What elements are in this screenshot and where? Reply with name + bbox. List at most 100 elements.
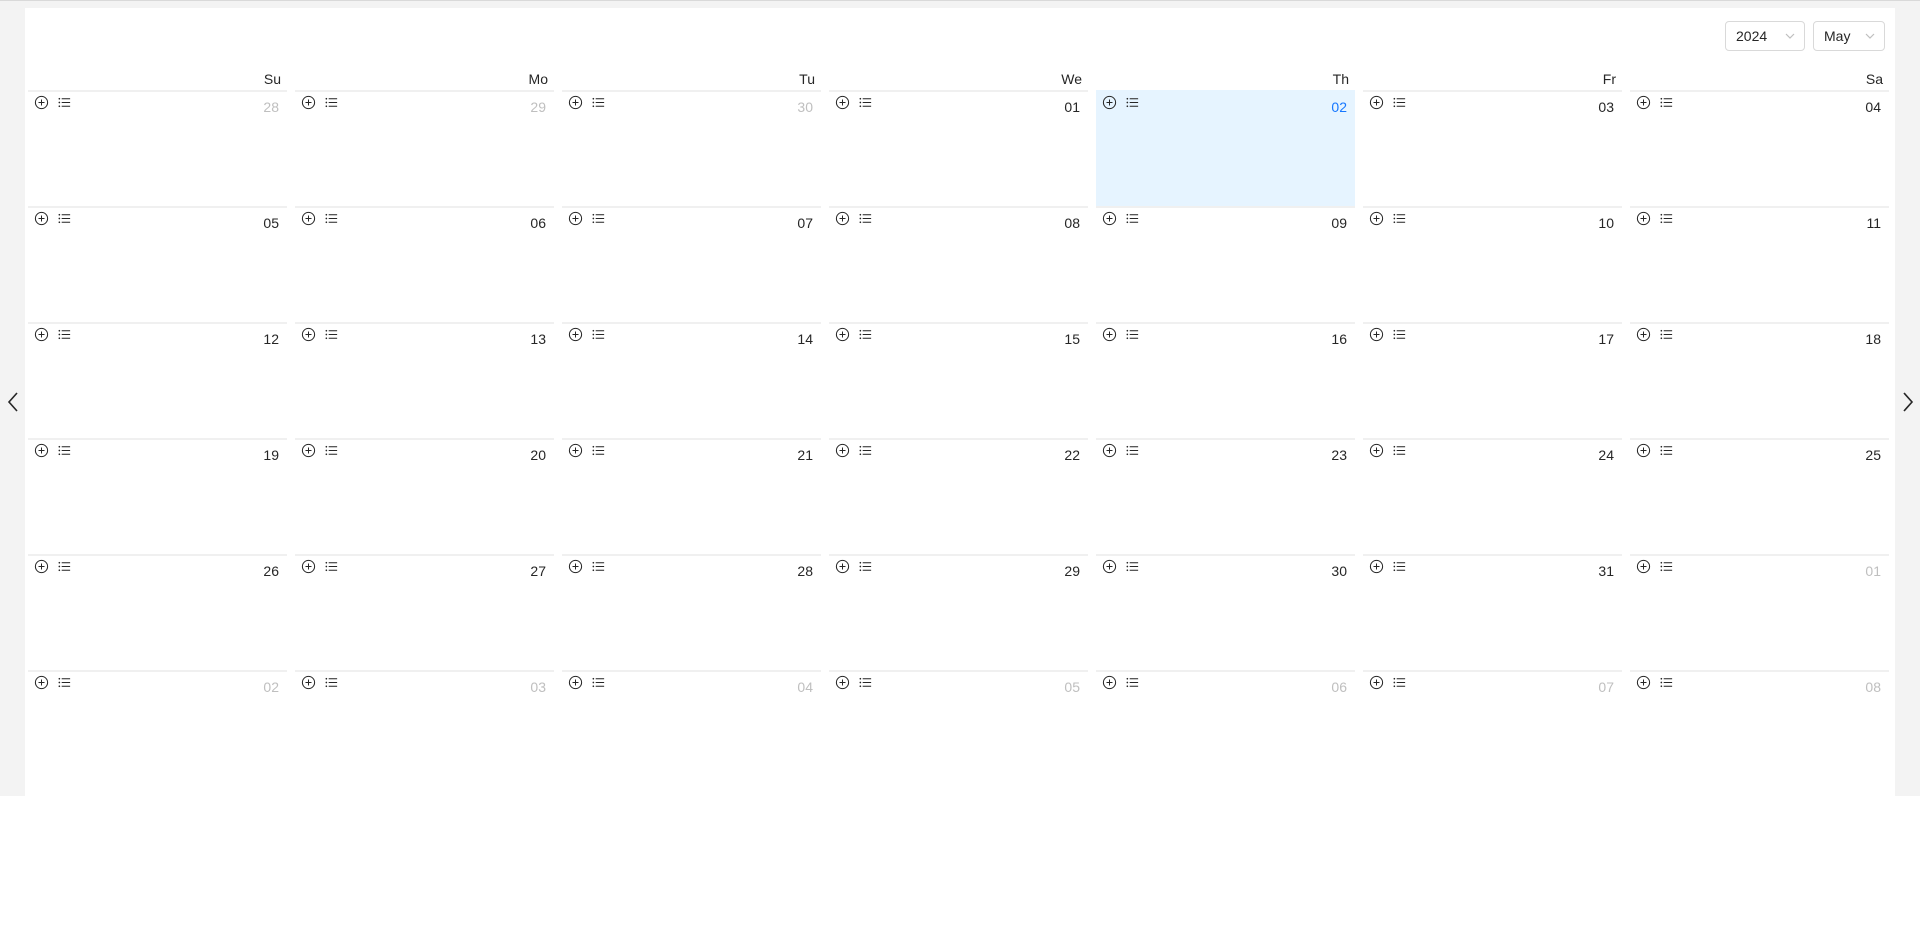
prev-month-button[interactable] [0,387,25,417]
list-icon[interactable] [1392,443,1407,458]
list-icon[interactable] [324,675,339,690]
day-cell[interactable]: 26 [28,554,287,670]
day-cell[interactable]: 12 [28,322,287,438]
day-cell[interactable]: 03 [1363,90,1622,206]
add-event-icon[interactable] [835,327,850,342]
add-event-icon[interactable] [34,211,49,226]
add-event-icon[interactable] [301,95,316,110]
list-icon[interactable] [591,327,606,342]
list-icon[interactable] [324,559,339,574]
day-cell[interactable]: 06 [295,206,554,322]
list-icon[interactable] [324,95,339,110]
add-event-icon[interactable] [1102,211,1117,226]
day-cell[interactable]: 30 [562,90,821,206]
day-cell[interactable]: 07 [562,206,821,322]
add-event-icon[interactable] [835,559,850,574]
add-event-icon[interactable] [1369,95,1384,110]
list-icon[interactable] [858,559,873,574]
day-cell[interactable]: 29 [295,90,554,206]
list-icon[interactable] [1392,211,1407,226]
add-event-icon[interactable] [34,443,49,458]
day-cell[interactable]: 08 [1630,670,1889,786]
add-event-icon[interactable] [301,327,316,342]
add-event-icon[interactable] [301,211,316,226]
list-icon[interactable] [858,211,873,226]
day-cell[interactable]: 03 [295,670,554,786]
day-cell[interactable]: 24 [1363,438,1622,554]
month-select[interactable]: May [1813,21,1885,51]
list-icon[interactable] [1392,675,1407,690]
add-event-icon[interactable] [1102,95,1117,110]
add-event-icon[interactable] [1636,443,1651,458]
add-event-icon[interactable] [835,675,850,690]
list-icon[interactable] [858,675,873,690]
list-icon[interactable] [57,559,72,574]
day-cell[interactable]: 31 [1363,554,1622,670]
add-event-icon[interactable] [1369,559,1384,574]
day-cell[interactable]: 10 [1363,206,1622,322]
add-event-icon[interactable] [301,559,316,574]
list-icon[interactable] [858,327,873,342]
list-icon[interactable] [591,675,606,690]
list-icon[interactable] [1392,327,1407,342]
list-icon[interactable] [57,443,72,458]
day-cell[interactable]: 20 [295,438,554,554]
day-cell[interactable]: 02 [28,670,287,786]
add-event-icon[interactable] [1369,443,1384,458]
day-cell[interactable]: 01 [829,90,1088,206]
add-event-icon[interactable] [1102,675,1117,690]
add-event-icon[interactable] [34,559,49,574]
list-icon[interactable] [1659,443,1674,458]
day-cell[interactable]: 17 [1363,322,1622,438]
list-icon[interactable] [1125,327,1140,342]
list-icon[interactable] [1392,95,1407,110]
day-cell[interactable]: 01 [1630,554,1889,670]
day-cell[interactable]: 23 [1096,438,1355,554]
day-cell[interactable]: 08 [829,206,1088,322]
day-cell[interactable]: 05 [829,670,1088,786]
add-event-icon[interactable] [301,675,316,690]
list-icon[interactable] [591,95,606,110]
day-cell[interactable]: 16 [1096,322,1355,438]
list-icon[interactable] [1659,675,1674,690]
day-cell[interactable]: 27 [295,554,554,670]
list-icon[interactable] [591,559,606,574]
add-event-icon[interactable] [835,211,850,226]
add-event-icon[interactable] [1369,327,1384,342]
day-cell[interactable]: 18 [1630,322,1889,438]
day-cell[interactable]: 28 [28,90,287,206]
day-cell[interactable]: 28 [562,554,821,670]
day-cell[interactable]: 30 [1096,554,1355,670]
day-cell[interactable]: 04 [562,670,821,786]
list-icon[interactable] [1659,95,1674,110]
list-icon[interactable] [1125,211,1140,226]
list-icon[interactable] [1125,675,1140,690]
list-icon[interactable] [591,211,606,226]
add-event-icon[interactable] [835,443,850,458]
add-event-icon[interactable] [1636,211,1651,226]
add-event-icon[interactable] [1636,559,1651,574]
add-event-icon[interactable] [1636,327,1651,342]
add-event-icon[interactable] [34,95,49,110]
list-icon[interactable] [1125,559,1140,574]
list-icon[interactable] [858,443,873,458]
list-icon[interactable] [324,327,339,342]
add-event-icon[interactable] [1636,675,1651,690]
add-event-icon[interactable] [568,443,583,458]
list-icon[interactable] [57,327,72,342]
next-month-button[interactable] [1895,387,1920,417]
list-icon[interactable] [1125,443,1140,458]
list-icon[interactable] [1392,559,1407,574]
day-cell[interactable]: 04 [1630,90,1889,206]
add-event-icon[interactable] [1369,211,1384,226]
add-event-icon[interactable] [34,675,49,690]
list-icon[interactable] [1659,211,1674,226]
list-icon[interactable] [57,211,72,226]
list-icon[interactable] [858,95,873,110]
add-event-icon[interactable] [1102,559,1117,574]
add-event-icon[interactable] [568,211,583,226]
list-icon[interactable] [1659,559,1674,574]
day-cell[interactable]: 29 [829,554,1088,670]
day-cell[interactable]: 22 [829,438,1088,554]
day-cell[interactable]: 15 [829,322,1088,438]
